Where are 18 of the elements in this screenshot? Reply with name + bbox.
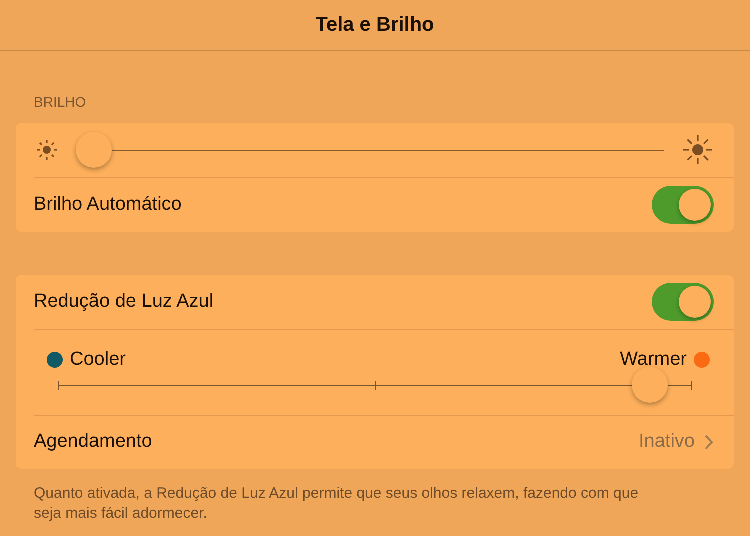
footer-text: Quanto ativada, a Redução de Luz Azul permite que seus olhos relaxem, fazendo com que seja mais fácil adormecer. [33,484,640,524]
small-sun-icon [36,139,58,161]
slider-track[interactable] [76,132,664,168]
schedule-row[interactable]: Agendamento Inativo [16,416,734,469]
toggle-switch[interactable] [652,283,714,321]
header-title: Tela e Brilho [316,13,434,38]
large-sun-icon [682,134,714,166]
schedule-value: Inativo [639,430,695,454]
slider-track[interactable] [58,366,692,402]
cooler-label: Cooler [70,348,126,372]
toggle-switch[interactable] [652,186,714,224]
section-label: BRILHO [34,94,86,110]
setting-label: Brilho Automático [34,192,182,217]
slider-thumb[interactable] [76,132,112,168]
warmer-label: Warmer [620,348,687,372]
chevron-right-icon [705,435,714,450]
setting-label: Redução de Luz Azul [34,290,214,314]
slider-thumb[interactable] [632,366,668,402]
